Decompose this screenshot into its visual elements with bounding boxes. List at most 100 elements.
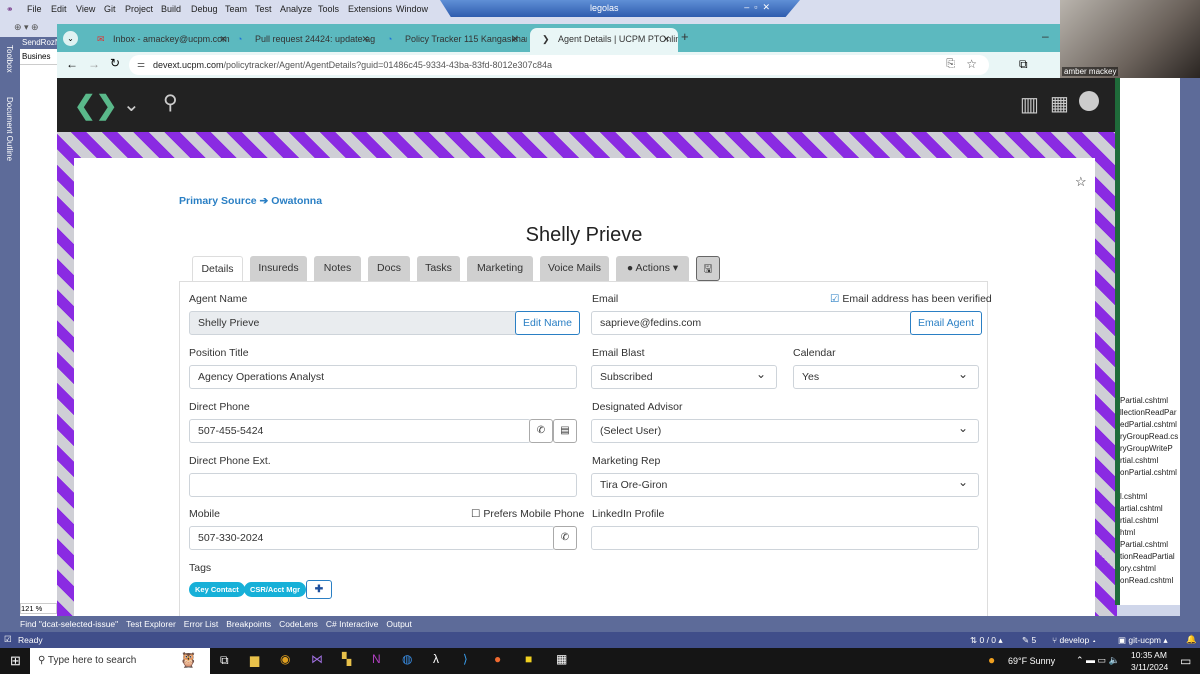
- tab-tasks[interactable]: Tasks: [417, 256, 460, 281]
- solution-file[interactable]: onRead.cshtml: [1120, 576, 1180, 588]
- solution-file[interactable]: Partial.cshtml: [1120, 540, 1180, 552]
- taskbar-search[interactable]: ⚲ Type here to search 🦉: [30, 648, 210, 674]
- solution-file[interactable]: rtial.cshtml: [1120, 516, 1180, 528]
- tool-tab-error-list[interactable]: Error List: [184, 619, 218, 629]
- document-outline-tab[interactable]: Document Outline: [5, 97, 14, 161]
- solution-file[interactable]: rtial.cshtml: [1120, 456, 1180, 468]
- solution-file[interactable]: artial.cshtml: [1120, 504, 1180, 516]
- vscode-icon[interactable]: ⟩: [463, 652, 468, 666]
- tab-notes[interactable]: Notes: [314, 256, 361, 281]
- edit-name-button[interactable]: Edit Name: [515, 311, 581, 335]
- site-info-icon[interactable]: ⚌: [137, 59, 145, 70]
- zoom-level[interactable]: 121 %: [20, 603, 57, 614]
- menu-build[interactable]: Build: [161, 4, 181, 14]
- editor-dropdown[interactable]: Busines: [20, 49, 57, 65]
- menu-debug[interactable]: Debug: [191, 4, 218, 14]
- tab-search-icon[interactable]: ⌄: [63, 31, 78, 46]
- solution-file[interactable]: l.cshtml: [1120, 492, 1180, 504]
- tab-details[interactable]: Details: [192, 256, 243, 281]
- email-verified-checkbox[interactable]: ☑ Email address has been verified: [830, 293, 992, 305]
- tool-tab-breakpoints[interactable]: Breakpoints: [226, 619, 271, 629]
- breadcrumb-primary-source[interactable]: Primary Source: [179, 195, 257, 207]
- tab-insureds[interactable]: Insureds: [250, 256, 307, 281]
- menu-tools[interactable]: Tools: [318, 4, 339, 14]
- menu-analyze[interactable]: Analyze: [280, 4, 312, 14]
- zoom-icon[interactable]: ◍: [402, 652, 412, 666]
- designated-advisor-select[interactable]: (Select User): [591, 419, 979, 443]
- window-controls[interactable]: – ▫ ✕: [744, 2, 770, 13]
- call-mobile-button[interactable]: ✆: [553, 526, 577, 550]
- new-tab-icon[interactable]: +: [681, 29, 689, 44]
- position-title-field[interactable]: Agency Operations Analyst: [189, 365, 577, 389]
- editor-tab[interactable]: SendRozN: [20, 37, 57, 49]
- toolbox-tab[interactable]: Toolbox: [5, 45, 14, 73]
- app-logo[interactable]: ❮❯: [74, 90, 118, 121]
- calendar-icon[interactable]: ▦: [1050, 91, 1069, 116]
- clock-time[interactable]: 10:35 AM: [1131, 650, 1167, 660]
- task-view-icon[interactable]: ⧉: [220, 653, 229, 668]
- prefers-mobile-checkbox[interactable]: ☐ Prefers Mobile Phone: [471, 508, 584, 520]
- tool-tab-test-explorer[interactable]: Test Explorer: [126, 619, 176, 629]
- solution-file[interactable]: ryGroupWriteP: [1120, 444, 1180, 456]
- bookmark-star-icon[interactable]: ☆: [966, 57, 977, 71]
- url-input[interactable]: ⚌ devext.ucpm.com/policytracker/Agent/Age…: [129, 55, 989, 75]
- calendar-select[interactable]: Yes: [793, 365, 979, 389]
- close-icon[interactable]: ✕: [361, 34, 369, 45]
- windows-start-icon[interactable]: ⊞: [10, 653, 21, 669]
- menu-window[interactable]: Window: [396, 4, 428, 14]
- menu-view[interactable]: View: [76, 4, 95, 14]
- solution-file[interactable]: ory.cshtml: [1120, 564, 1180, 576]
- direct-phone-field[interactable]: 507-455-5424: [189, 419, 531, 443]
- postman-icon[interactable]: ●: [494, 652, 501, 666]
- install-icon[interactable]: ⎘: [946, 58, 955, 71]
- marketing-rep-select[interactable]: Tira Ore-Giron: [591, 473, 979, 497]
- changes-indicator[interactable]: ⇅ 0 / 0 ▴: [970, 635, 1003, 646]
- menu-extensions[interactable]: Extensions: [348, 4, 392, 14]
- notification-center-icon[interactable]: ▭: [1180, 654, 1191, 668]
- tag-csr-acct-mgr[interactable]: CSR/Acct Mgr: [244, 582, 307, 597]
- notification-bell-icon[interactable]: 🔔: [1186, 634, 1197, 645]
- calculator-icon[interactable]: ▦: [556, 652, 567, 666]
- chevron-down-icon[interactable]: ⌄: [123, 92, 140, 117]
- tool-tab-csharp-interactive[interactable]: C# Interactive: [326, 619, 378, 629]
- close-icon[interactable]: ✕: [662, 34, 670, 45]
- add-tag-button[interactable]: ✚: [306, 580, 332, 599]
- mobile-field[interactable]: 507-330-2024: [189, 526, 555, 550]
- linkedin-field[interactable]: [591, 526, 979, 550]
- clock-date[interactable]: 3/11/2024: [1131, 662, 1168, 672]
- menu-team[interactable]: Team: [225, 4, 247, 14]
- call-button[interactable]: ✆: [529, 419, 553, 443]
- tool-tab-find[interactable]: Find "dcat-selected-issue": [20, 619, 118, 629]
- breadcrumb-owatonna[interactable]: Owatonna: [271, 195, 322, 207]
- file-explorer-icon[interactable]: ▆: [250, 653, 259, 667]
- minimize-icon[interactable]: –: [1042, 29, 1049, 43]
- map-icon[interactable]: ▥: [1020, 92, 1039, 117]
- reload-icon[interactable]: ↻: [110, 56, 120, 70]
- back-icon[interactable]: ⊕ ▾ ⊕: [14, 22, 39, 33]
- browser-tab-inbox[interactable]: ✉ Inbox - amackey@ucpm.com ✕: [85, 28, 235, 52]
- solution-file[interactable]: onPartial.cshtml: [1120, 468, 1180, 480]
- sticky-notes-icon[interactable]: ■: [525, 652, 532, 666]
- tag-key-contact[interactable]: Key Contact: [189, 582, 245, 597]
- menu-git[interactable]: Git: [104, 4, 116, 14]
- solution-file[interactable]: llectionReadPar: [1120, 408, 1180, 420]
- tray-icons[interactable]: ⌃ ▬ ▭ 🔈: [1076, 655, 1120, 666]
- repo-indicator[interactable]: ▣ git-ucpm ▴: [1118, 635, 1168, 646]
- favorite-star-icon[interactable]: ☆: [1075, 174, 1087, 190]
- solution-file[interactable]: html: [1120, 528, 1180, 540]
- email-blast-select[interactable]: Subscribed: [591, 365, 777, 389]
- tab-docs[interactable]: Docs: [368, 256, 410, 281]
- tool-tab-output[interactable]: Output: [386, 619, 412, 629]
- solution-file[interactable]: tionReadPartial: [1120, 552, 1180, 564]
- save-button[interactable]: 🖫: [696, 256, 720, 281]
- visual-studio-icon[interactable]: ⋈: [311, 652, 323, 666]
- tab-marketing[interactable]: Marketing: [467, 256, 533, 281]
- solution-file[interactable]: ryGroupRead.cs: [1120, 432, 1180, 444]
- branch-indicator[interactable]: ⑂ develop ▴: [1052, 635, 1097, 645]
- solution-file[interactable]: [1120, 480, 1180, 492]
- code-editor[interactable]: SendRozN Busines 121 %: [20, 37, 57, 617]
- forward-icon[interactable]: →: [88, 57, 100, 71]
- solution-file[interactable]: Partial.cshtml: [1120, 396, 1180, 408]
- close-icon[interactable]: ✕: [219, 34, 227, 45]
- back-icon[interactable]: ←: [66, 57, 78, 71]
